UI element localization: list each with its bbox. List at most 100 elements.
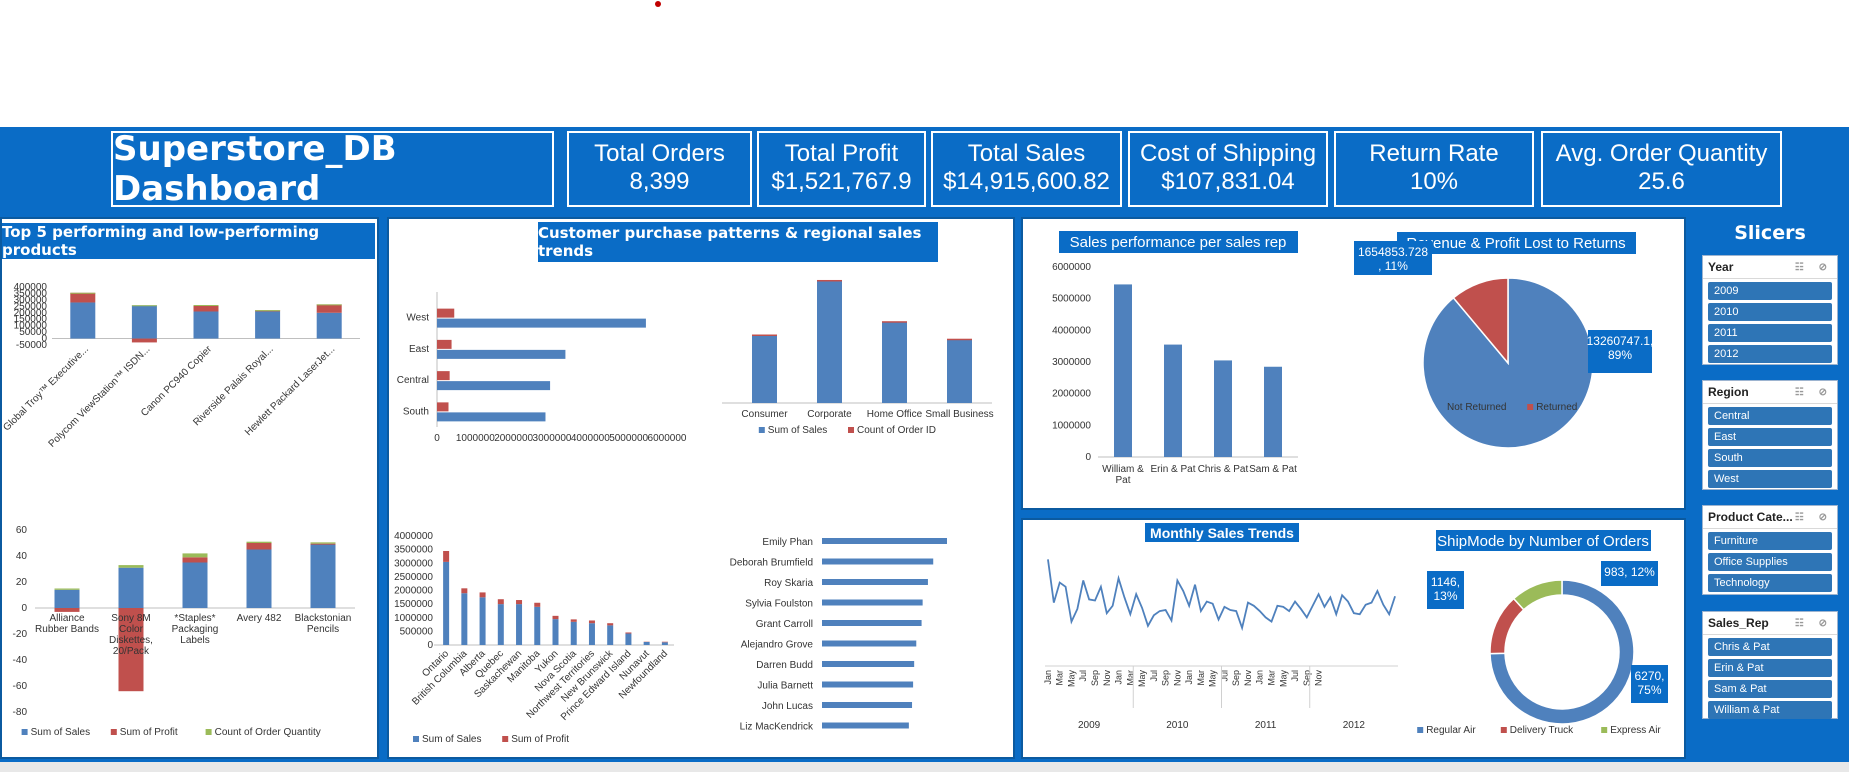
slicer-header: Product Cate... ☷ ⊘ bbox=[1703, 506, 1837, 529]
bar-0 bbox=[54, 589, 80, 608]
monthly-sales-chart: Monthly Sales TrendsJan Mar May Jul Sep Nov20… bbox=[1043, 523, 1398, 731]
legend-swatch bbox=[1500, 727, 1507, 733]
slicer-title: Year bbox=[1708, 260, 1734, 274]
y-tick-label: East bbox=[409, 344, 429, 355]
y-tick-label: -40 bbox=[13, 655, 28, 666]
slicer-item-2012[interactable]: 2012 bbox=[1708, 345, 1832, 363]
x-tick-label: Mar bbox=[1267, 670, 1277, 686]
x-tick-label: 0 bbox=[434, 433, 440, 444]
bar-0 bbox=[70, 302, 96, 339]
bar-sales bbox=[1164, 344, 1182, 457]
multiselect-clear-icon[interactable]: ☷ ⊘ bbox=[1795, 618, 1833, 629]
top-margin bbox=[0, 0, 1849, 127]
bar-sales bbox=[822, 640, 917, 647]
y-tick-label: 1500000 bbox=[394, 599, 433, 610]
y-tick-label: -50000 bbox=[16, 340, 48, 351]
legend-label: Sum of Sales bbox=[422, 734, 481, 745]
y-tick-label: 1000000 bbox=[394, 613, 433, 624]
slicer-header: Year ☷ ⊘ bbox=[1703, 256, 1837, 279]
bar-profit bbox=[552, 615, 559, 620]
bar-profit bbox=[588, 620, 595, 624]
y-tick-label: 20 bbox=[16, 577, 28, 588]
products-panel-title: Top 5 performing and low-performing prod… bbox=[2, 223, 375, 259]
bar-0 bbox=[316, 312, 342, 339]
legend-swatch bbox=[1438, 404, 1444, 410]
bar-0 bbox=[182, 562, 208, 608]
data-label: 75% bbox=[1637, 683, 1661, 697]
slicer-item-2009[interactable]: 2009 bbox=[1708, 282, 1832, 300]
bar-0 bbox=[131, 305, 157, 339]
x-tick-label: Chris & Pat bbox=[1198, 464, 1249, 475]
data-label: 1654853.728 bbox=[1358, 245, 1428, 259]
slicer-item-office-supplies[interactable]: Office Supplies bbox=[1708, 553, 1832, 571]
x-tick-label: Labels bbox=[180, 635, 209, 646]
slicer-item-sam-pat[interactable]: Sam & Pat bbox=[1708, 680, 1832, 698]
kpi-value: $14,915,600.82 bbox=[943, 168, 1110, 195]
y-tick-label: Alejandro Grove bbox=[741, 640, 814, 651]
slicer-region: Region ☷ ⊘ Central East South West bbox=[1702, 380, 1838, 490]
multiselect-clear-icon[interactable]: ☷ ⊘ bbox=[1795, 512, 1833, 523]
slicer-item-chris-pat[interactable]: Chris & Pat bbox=[1708, 638, 1832, 656]
slicer-item-technology[interactable]: Technology bbox=[1708, 574, 1832, 592]
x-tick-label: 5000000 bbox=[609, 433, 648, 444]
kpi-return-rate: Return Rate 10% bbox=[1334, 131, 1534, 207]
x-tick-label: May bbox=[1137, 670, 1147, 688]
bar-sales bbox=[588, 623, 595, 645]
bar-sales bbox=[437, 349, 566, 359]
slicer-item-furniture[interactable]: Furniture bbox=[1708, 532, 1832, 550]
slicer-item-2011[interactable]: 2011 bbox=[1708, 324, 1832, 342]
x-tick-label: Nov bbox=[1102, 670, 1112, 687]
y-tick-label: 2500000 bbox=[394, 572, 433, 583]
kpi-total-profit: Total Profit $1,521,767.9 bbox=[757, 131, 926, 207]
x-tick-label: Nov bbox=[1243, 670, 1253, 687]
slicer-item-william-pat[interactable]: William & Pat bbox=[1708, 701, 1832, 719]
bar-0 bbox=[118, 567, 144, 608]
y-tick-label: Julia Barnett bbox=[757, 681, 813, 692]
slicer-item-2010[interactable]: 2010 bbox=[1708, 303, 1832, 321]
bar-profit bbox=[625, 632, 632, 634]
x-tick-label: Blackstonian bbox=[295, 613, 352, 624]
x-tick-label: 20/Pack bbox=[113, 646, 150, 657]
slicer-header: Region ☷ ⊘ bbox=[1703, 381, 1837, 404]
slicer-item-central[interactable]: Central bbox=[1708, 407, 1832, 425]
slicer-item-erin-pat[interactable]: Erin & Pat bbox=[1708, 659, 1832, 677]
x-tick-label: 1000000 bbox=[456, 433, 495, 444]
sales-line bbox=[1047, 559, 1396, 632]
multiselect-clear-icon[interactable]: ☷ ⊘ bbox=[1795, 262, 1833, 273]
y-tick-label: Darren Budd bbox=[756, 660, 813, 671]
kpi-cost-of-shipping: Cost of Shipping $107,831.04 bbox=[1128, 131, 1328, 207]
slicer-year: Year ☷ ⊘ 2009 2010 2011 2012 bbox=[1702, 255, 1838, 365]
x-tick-label: Jul bbox=[1219, 670, 1229, 682]
bar-sales bbox=[947, 339, 972, 403]
legend-swatch bbox=[1417, 727, 1424, 733]
bar-0 bbox=[255, 311, 281, 339]
multiselect-clear-icon[interactable]: ☷ ⊘ bbox=[1795, 387, 1833, 398]
x-tick-label: Pat bbox=[1115, 475, 1130, 486]
legend-swatch bbox=[502, 736, 509, 742]
monthly-shipmode-charts: Monthly Sales TrendsJan Mar May Jul Sep Nov20… bbox=[1043, 523, 1668, 736]
y-tick-label: 0 bbox=[1085, 452, 1091, 463]
legend-swatch bbox=[413, 736, 419, 742]
bar-count bbox=[947, 338, 972, 341]
slicer-item-east[interactable]: East bbox=[1708, 428, 1832, 446]
year-label: 2010 bbox=[1166, 720, 1189, 731]
kpi-value: $107,831.04 bbox=[1161, 168, 1295, 195]
bar-sales bbox=[822, 579, 928, 585]
x-tick-label: Nov bbox=[1172, 670, 1182, 687]
donut-slice bbox=[1512, 579, 1563, 611]
data-label: 13% bbox=[1433, 589, 1457, 603]
bar-sales bbox=[817, 281, 842, 403]
bar-2 bbox=[182, 553, 208, 558]
slicer-item-west[interactable]: West bbox=[1708, 470, 1832, 488]
salesrep-returns-charts: Sales performance per sales rep 6000000 50… bbox=[1052, 231, 1653, 486]
y-tick-label: Emily Phan bbox=[762, 537, 813, 548]
slicer-title: Sales_Rep bbox=[1708, 616, 1769, 630]
kpi-value: 10% bbox=[1409, 168, 1459, 195]
x-tick-label: Consumer bbox=[741, 409, 788, 420]
slicer-item-south[interactable]: South bbox=[1708, 449, 1832, 467]
x-tick-label: Polycom ViewStation™ ISDN... bbox=[47, 344, 153, 450]
top-customers-chart: Emily Phan Deborah Brumfield Roy Skaria Syl… bbox=[730, 537, 947, 733]
y-tick-label: 40 bbox=[16, 551, 28, 562]
bar-profit bbox=[570, 619, 577, 622]
bar-sales bbox=[822, 558, 934, 565]
